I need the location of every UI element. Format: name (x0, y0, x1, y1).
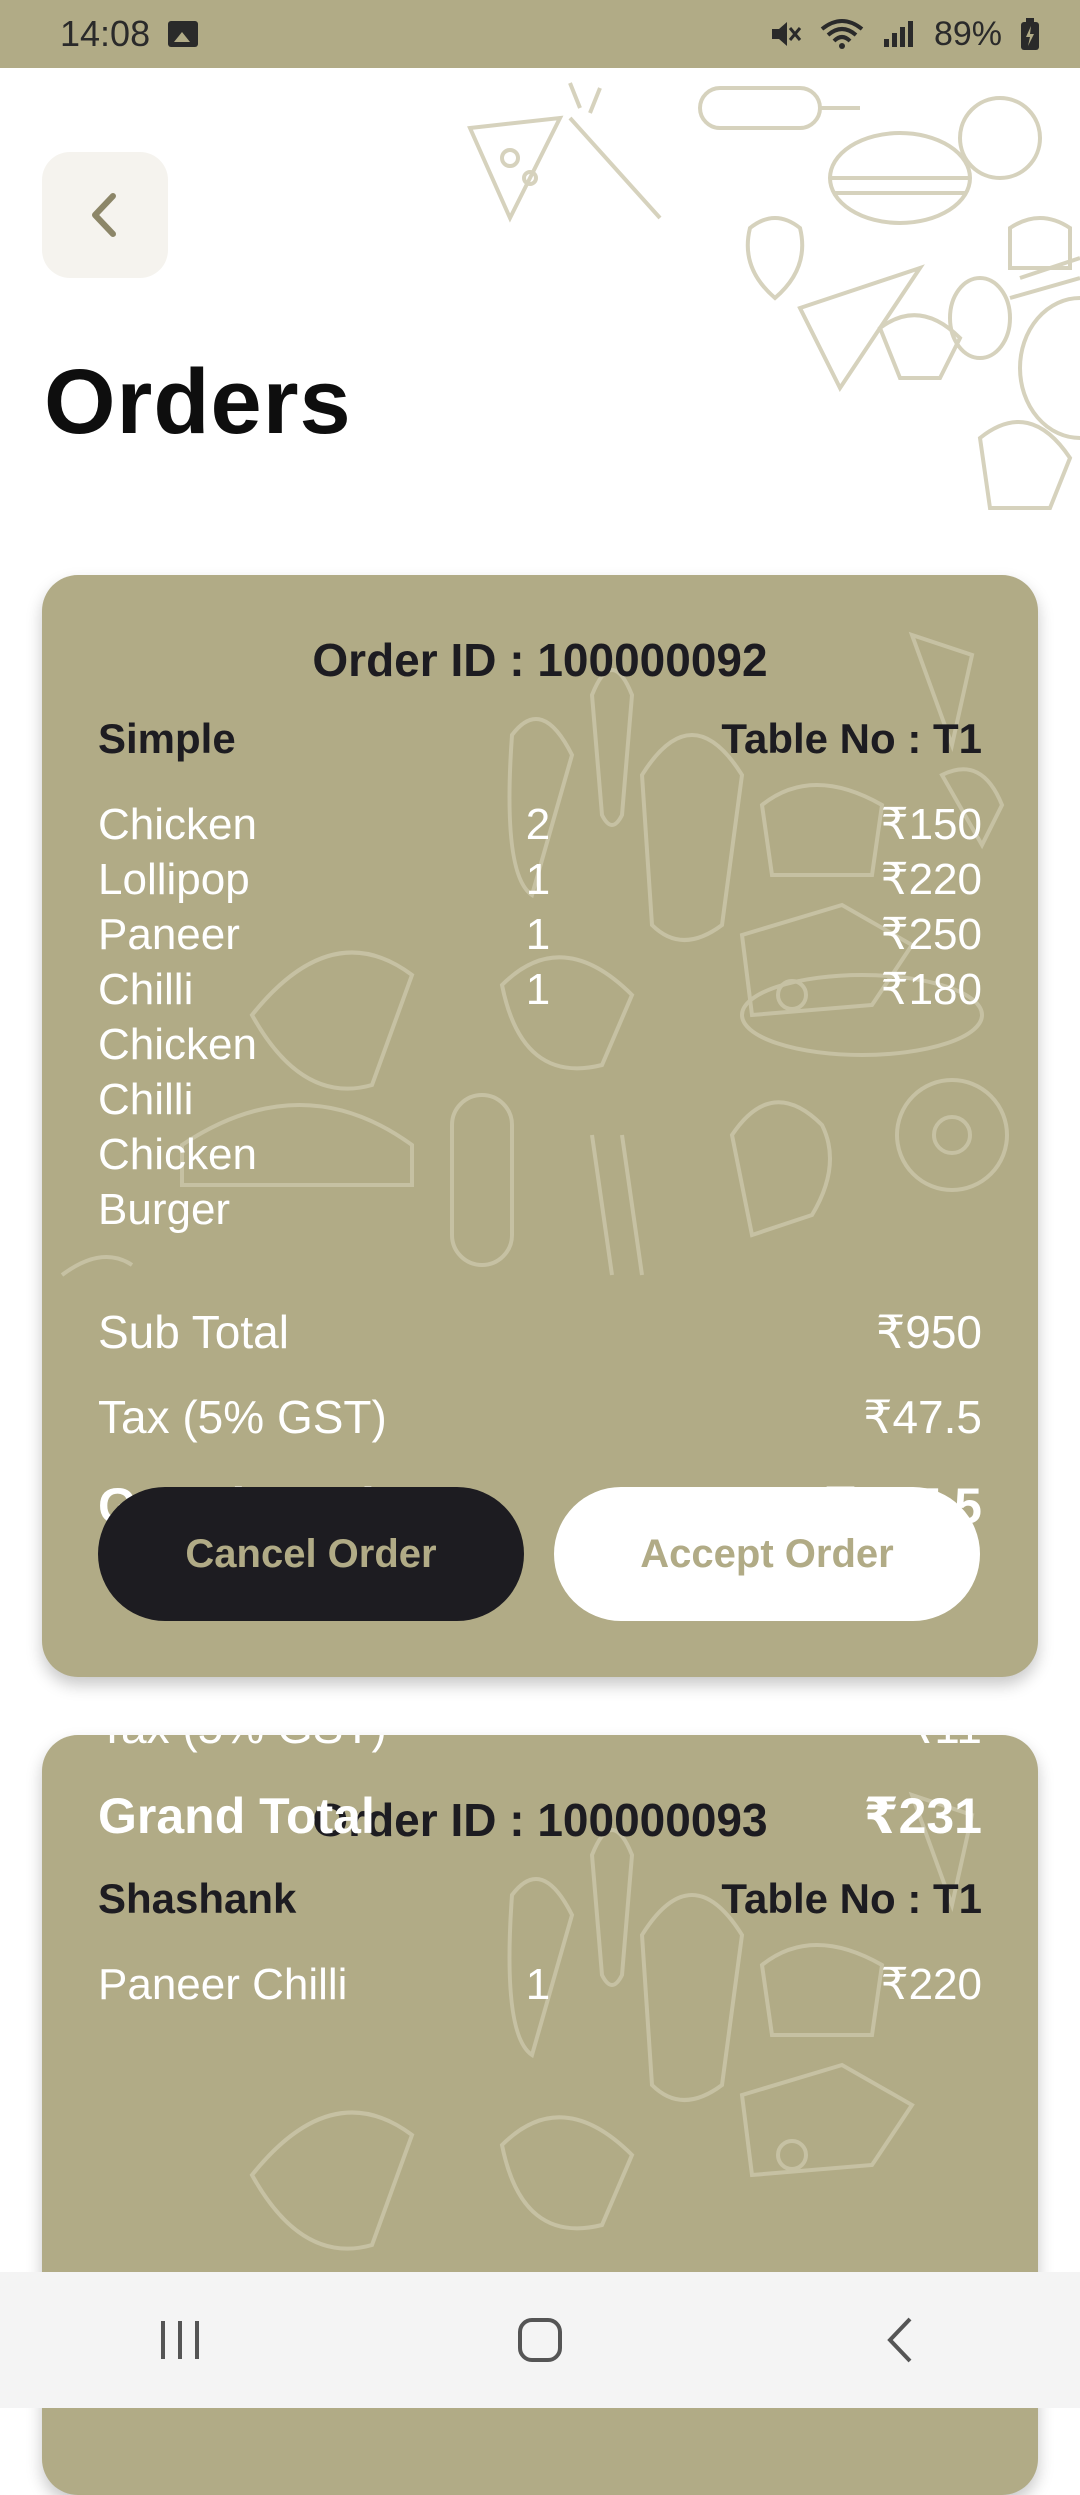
customer-name: Simple (98, 715, 236, 762)
tax-row-value: ₹47.5 (863, 1391, 982, 1443)
signal-icon (883, 21, 913, 47)
table-number: Table No : T1 (721, 715, 982, 762)
item-name: Chicken Burger (98, 1130, 257, 1234)
nav-back-button[interactable] (840, 2300, 960, 2380)
item-qty: 1 (525, 855, 551, 904)
grand-total-row-value: ₹231 (863, 1788, 982, 1844)
sub-total-row-value: ₹950 (875, 1306, 982, 1358)
tax-row: Tax (5% GST) ₹11 (98, 1735, 982, 1754)
table-number: Table No : T1 (721, 1875, 982, 1922)
item-qty: 2 (525, 800, 551, 849)
status-bar: 14:08 89% (0, 0, 1080, 68)
item-price: ₹180 (880, 965, 982, 1014)
tax-row: Tax (5% GST) ₹47.5 (98, 1390, 982, 1444)
sub-total-row-label: Sub Total (98, 1306, 289, 1358)
customer-name: Shashank (98, 1875, 297, 1922)
wifi-icon (820, 19, 864, 49)
item-qty: 1 (525, 1960, 551, 2009)
order-meta-row: Shashank Table No : T1 (98, 1875, 982, 1923)
nav-back-icon (887, 2317, 912, 2363)
back-button[interactable] (42, 152, 168, 278)
item-price: ₹220 (880, 1960, 982, 2009)
back-arrow-icon (92, 193, 116, 237)
item-price: ₹220 (880, 855, 982, 904)
recents-icon (161, 2321, 199, 2359)
order-id: Order ID : 100000092 (312, 634, 768, 686)
recents-button[interactable] (120, 2300, 240, 2380)
status-right: 89% (768, 15, 1040, 54)
food-doodle-background (467, 82, 1080, 510)
order-card: Order ID : 100000092 Simple Table No : T… (42, 575, 1038, 1677)
item-qty-column: 2 1 1 1 (508, 797, 568, 1017)
item-qty: 1 (525, 965, 551, 1014)
status-time: 14:08 (60, 13, 151, 54)
sub-total-row: Sub Total ₹950 (98, 1305, 982, 1359)
accept-order-button[interactable]: Accept Order (554, 1487, 980, 1621)
page-title: Orders (44, 351, 352, 453)
item-qty-column: 1 (508, 1957, 568, 2012)
item-price: ₹250 (880, 910, 982, 959)
image-icon (168, 21, 199, 47)
battery-percent: 89% (933, 14, 1002, 53)
grand-total-row-label: Grand Total (98, 1788, 375, 1844)
cancel-order-button[interactable]: Cancel Order (98, 1487, 524, 1621)
order-items: Paneer Chilli 1 ₹220 (98, 1957, 982, 2017)
tax-row-label: Tax (5% GST) (98, 1391, 387, 1443)
item-price-column: ₹150 ₹220 ₹250 ₹180 (682, 797, 982, 1017)
mute-icon (771, 22, 802, 46)
tax-row-label: Tax (5% GST) (98, 1735, 387, 1754)
item-names-column: Chicken Lollipop Paneer Chilli Chicken Chi… (98, 797, 338, 1237)
grand-total-row: Grand Total ₹231 (98, 1787, 982, 1845)
tax-row-value: ₹11 (905, 1735, 982, 1754)
order-items: Chicken Lollipop Paneer Chilli Chicken Chi… (98, 797, 982, 1234)
status-left: 14:08 (60, 13, 199, 55)
item-name: Paneer Chilli (98, 910, 240, 1014)
item-names-column: Paneer Chilli (98, 1957, 518, 2012)
item-price: ₹150 (880, 800, 982, 849)
item-name: Paneer Chilli (98, 1960, 348, 2009)
battery-icon (1021, 18, 1039, 50)
home-button[interactable] (480, 2300, 600, 2380)
home-icon (518, 2318, 562, 2362)
item-name: Chicken Chilli (98, 1020, 257, 1124)
order-meta-row: Simple Table No : T1 (98, 715, 982, 763)
item-name: Chicken Lollipop (98, 800, 257, 904)
system-nav-bar (0, 2272, 1080, 2408)
item-qty: 1 (525, 910, 551, 959)
item-price-column: ₹220 (682, 1957, 982, 2012)
